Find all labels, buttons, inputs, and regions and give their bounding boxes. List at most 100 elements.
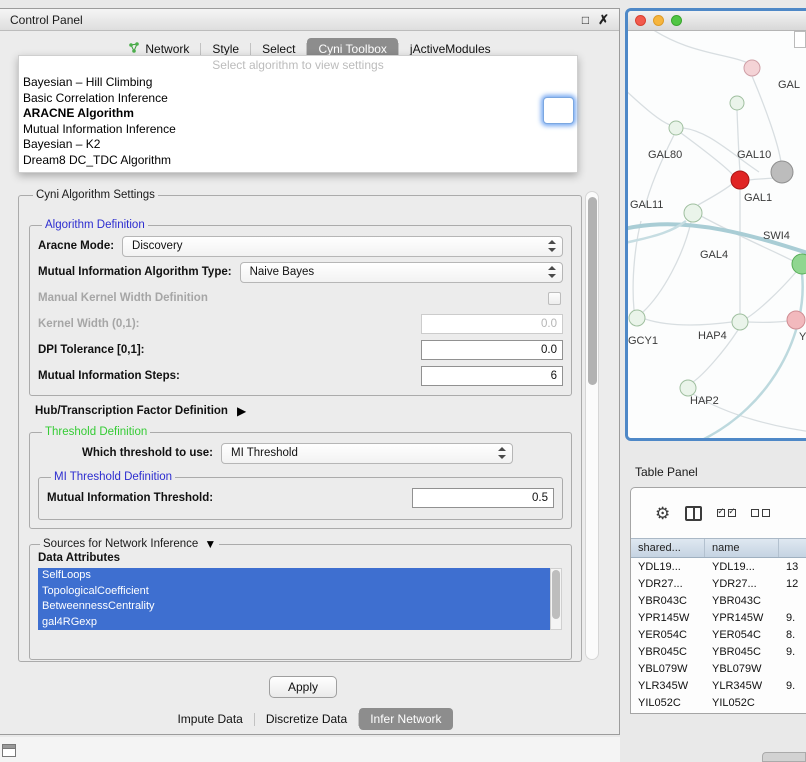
mi-algorithm-type-select[interactable]: Naive Bayes (240, 262, 563, 283)
table-row[interactable]: YPR145WYPR145W9. (631, 609, 806, 626)
node-label: GAL11 (630, 199, 663, 211)
aracne-mode-value: Discovery (132, 240, 182, 252)
network-node[interactable] (792, 254, 806, 274)
algorithm-definition-group: Algorithm Definition Aracne Mode: Discov… (29, 219, 572, 396)
network-node[interactable] (684, 204, 702, 222)
algorithm-option[interactable]: Bayesian – Hill Climbing (19, 75, 577, 91)
which-threshold-row: Which threshold to use: MI Threshold (82, 440, 563, 466)
attributes-scrollbar[interactable] (550, 568, 562, 630)
minimize-traffic-light-icon[interactable] (653, 15, 664, 26)
table-cell: 13 (779, 561, 806, 573)
network-node[interactable] (680, 380, 696, 396)
node-label: GAL (778, 79, 800, 91)
corner-panel-fragment (762, 752, 806, 762)
gear-icon[interactable]: ⚙ (655, 505, 670, 522)
table-cell: 9. (779, 646, 806, 658)
attribute-item-selected[interactable]: BetweennessCentrality (38, 599, 550, 615)
restore-panel-icon[interactable] (2, 744, 16, 757)
algorithm-option[interactable]: Dream8 DC_TDC Algorithm (19, 153, 577, 169)
column-header[interactable]: name (705, 539, 779, 557)
threshold-definition-title: Threshold Definition (42, 426, 150, 438)
table-row[interactable]: YIL052CYIL052C (631, 694, 806, 708)
table-row[interactable]: YBL079WYBL079W (631, 660, 806, 677)
algorithm-option-selected[interactable]: ARACNE Algorithm (19, 106, 577, 122)
table-cell: YDL19... (631, 561, 705, 573)
close-window-icon[interactable]: ✗ (598, 13, 609, 26)
hub-definition-toggle[interactable]: Hub/Transcription Factor Definition ▶ (35, 405, 570, 417)
network-node[interactable] (669, 121, 683, 135)
network-node[interactable] (744, 60, 760, 76)
node-label: Y (799, 331, 806, 343)
attributes-scrollbar-thumb[interactable] (552, 570, 560, 619)
zoom-traffic-light-icon[interactable] (671, 15, 682, 26)
algorithm-option[interactable]: Bayesian – K2 (19, 137, 577, 153)
hide-all-columns-icon[interactable] (751, 509, 770, 517)
table-cell: YBR045C (631, 646, 705, 658)
attribute-item-selected[interactable]: gal4RGexp (38, 615, 550, 631)
algorithm-option[interactable]: Mutual Information Inference (19, 122, 577, 138)
column-header[interactable] (779, 539, 806, 557)
network-canvas[interactable]: GAL GAL80 GAL10 GAL11 GAL1 SWI4 GAL4 GCY… (628, 31, 806, 438)
apply-button[interactable]: Apply (269, 676, 337, 698)
table-row[interactable]: YDR27...YDR27...12 (631, 575, 806, 592)
mi-threshold-row: Mutual Information Threshold: 0.5 (47, 485, 554, 511)
network-node[interactable] (629, 310, 645, 326)
columns-icon[interactable] (685, 506, 702, 521)
hub-definition-label: Hub/Transcription Factor Definition (35, 405, 228, 417)
mi-threshold-input[interactable]: 0.5 (412, 488, 554, 508)
settings-group-title: Cyni Algorithm Settings (33, 189, 158, 201)
dpi-tolerance-input[interactable]: 0.0 (421, 340, 563, 360)
sources-toggle[interactable]: Sources for Network Inference ▼ (40, 538, 219, 550)
mi-threshold-label: Mutual Information Threshold: (47, 492, 213, 504)
attribute-item-selected[interactable]: SelfLoops (38, 568, 550, 584)
table-row[interactable]: YBR045CYBR045C9. (631, 643, 806, 660)
column-header[interactable]: shared... (631, 539, 705, 557)
network-node[interactable] (771, 161, 793, 183)
settings-scrollbar[interactable] (585, 191, 599, 660)
table-cell: YER054C (631, 629, 705, 641)
select-arrows-icon (548, 266, 556, 278)
table-cell: YBR045C (705, 646, 779, 658)
sources-title: Sources for Network Inference (43, 538, 198, 550)
focused-spinner-field[interactable] (543, 97, 574, 124)
settings-scrollbar-thumb[interactable] (588, 197, 597, 385)
which-threshold-value: MI Threshold (231, 447, 298, 459)
table-cell: YDL19... (705, 561, 779, 573)
network-node[interactable] (787, 311, 805, 329)
table-row[interactable]: YLR345WYLR345W9. (631, 677, 806, 694)
algorithm-option[interactable]: Basic Correlation Inference (19, 91, 577, 107)
tab-label: Discretize Data (266, 712, 347, 726)
table-cell: YIL052C (705, 697, 779, 709)
kernel-width-input[interactable]: 0.0 (421, 314, 563, 334)
float-window-icon[interactable]: □ (582, 14, 589, 26)
table-cell: YBL079W (705, 663, 779, 675)
close-traffic-light-icon[interactable] (635, 15, 646, 26)
table-cell: YBR043C (631, 595, 705, 607)
network-node[interactable] (732, 314, 748, 330)
node-label: GAL80 (648, 149, 682, 161)
network-node[interactable] (730, 96, 744, 110)
manual-kernel-width-checkbox[interactable] (548, 292, 561, 305)
aracne-mode-select[interactable]: Discovery (122, 236, 563, 257)
which-threshold-select[interactable]: MI Threshold (221, 443, 513, 464)
tab-infer-network[interactable]: Infer Network (359, 708, 452, 730)
node-label: GAL4 (700, 249, 728, 261)
mi-algorithm-type-value: Naive Bayes (250, 266, 315, 278)
tab-discretize-data[interactable]: Discretize Data (255, 708, 358, 730)
show-all-columns-icon[interactable] (717, 509, 736, 517)
table-toolbar: ⚙ (631, 488, 806, 538)
mi-steps-input[interactable]: 6 (421, 366, 563, 386)
tab-impute-data[interactable]: Impute Data (166, 708, 253, 730)
attribute-item-selected[interactable]: TopologicalCoefficient (38, 584, 550, 600)
dpi-tolerance-row: DPI Tolerance [0,1]: 0.0 (38, 337, 563, 363)
node-label: SWI4 (763, 230, 790, 242)
network-scrollbar-box[interactable] (794, 31, 806, 48)
table-cell: YER054C (705, 629, 779, 641)
table-row[interactable]: YDL19...YDL19...13 (631, 558, 806, 575)
sources-group: Sources for Network Inference ▼ Data Att… (29, 538, 572, 660)
mi-threshold-definition-group: MI Threshold Definition Mutual Informati… (38, 471, 563, 520)
collapse-down-icon: ▼ (204, 538, 216, 550)
table-row[interactable]: YER054CYER054C8. (631, 626, 806, 643)
table-row[interactable]: YBR043CYBR043C (631, 592, 806, 609)
network-node[interactable] (731, 171, 749, 189)
